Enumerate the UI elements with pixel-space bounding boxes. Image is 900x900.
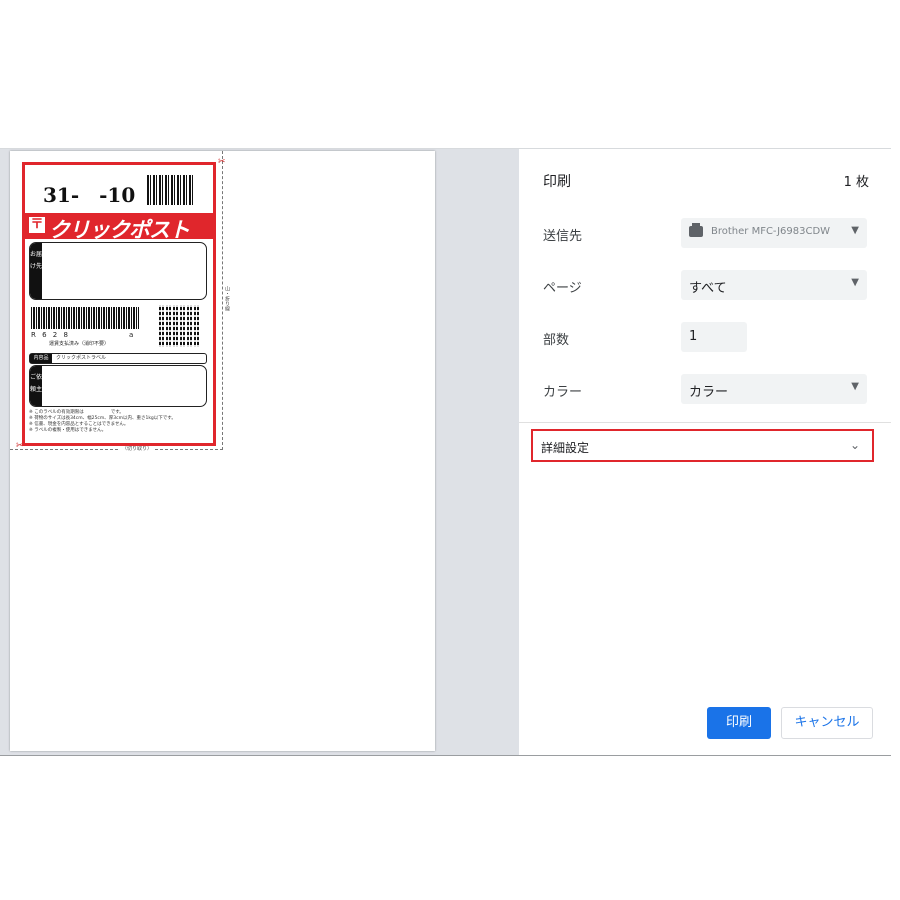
pages-label: ページ [543,281,582,296]
cancel-button[interactable]: キャンセル [781,707,873,739]
ticket-number: 31- -10 [43,183,136,207]
brand-banner: 〒 クリックポスト [25,213,213,242]
dropdown-arrow-icon: ▼ [851,277,859,288]
panel-title: 印刷 [543,174,571,190]
pages-value: すべて [689,281,727,296]
dropdown-arrow-icon: ▼ [851,225,859,236]
contents-row: 内容品 クリックポストラベル [29,353,207,364]
recipient-tab: お届け先 [30,243,42,299]
qr-code-icon [159,305,201,347]
label-notes: ※ このラベルの有効期限は です。 ※ 荷物のサイズは長34cm、幅25cm、厚… [29,410,176,433]
tracking-suffix: a [129,331,134,339]
postage-paid-text: 運賃支払済み（消印不要） [49,341,110,347]
copies-value: 1 [689,329,698,344]
barcode-icon [31,307,139,329]
brand-name: クリックポスト [49,218,190,242]
contents-tab: 内容品 [30,354,52,363]
barcode-icon [147,175,195,205]
copies-label: 部数 [543,333,570,348]
cut-guide-text: （切り取り） [120,445,155,452]
postal-mark-icon: 〒 [29,217,45,233]
color-select[interactable]: カラー ▼ [681,374,867,404]
sender-tab: ご依頼主 [30,366,42,406]
printer-icon [689,223,703,237]
advanced-settings-toggle[interactable]: 詳細設定 ⌄ [531,429,874,462]
dropdown-arrow-icon: ▼ [851,381,859,392]
section-divider [519,422,891,423]
copies-input[interactable]: 1 [681,322,747,352]
chevron-down-icon: ⌄ [849,438,860,452]
color-value: カラー [689,385,729,400]
print-dialog: ✂ ✂ 山・折り線 （切り取り） 31- -10 〒 クリックポスト お届け先 … [0,148,891,756]
contents-value: クリックポストラベル [56,355,107,361]
pages-select[interactable]: すべて ▼ [681,270,867,300]
printer-name: Brother MFC-J6983CDW [711,226,831,237]
recipient-box: お届け先 [29,242,207,300]
tracking-code: R 6 2 8 [31,331,70,339]
cut-guide-text: 山・折り線 [224,286,230,311]
print-button[interactable]: 印刷 [707,707,771,739]
clickpost-label: 31- -10 〒 クリックポスト お届け先 R 6 2 8 a 運賃支払済み（… [22,162,216,446]
advanced-settings-label: 詳細設定 [541,441,590,455]
destination-label: 送信先 [543,229,583,244]
preview-page: ✂ ✂ 山・折り線 （切り取り） 31- -10 〒 クリックポスト お届け先 … [10,151,435,751]
color-label: カラー [543,385,583,400]
sender-box: ご依頼主 [29,365,207,407]
print-settings-panel: 印刷 1 枚 送信先 Brother MFC-J6983CDW ▼ ページ すべ… [519,149,891,755]
scissors-icon: ✂ [218,157,226,167]
sheet-count: 1 枚 [843,175,869,190]
print-preview-area: ✂ ✂ 山・折り線 （切り取り） 31- -10 〒 クリックポスト お届け先 … [0,149,519,755]
destination-select[interactable]: Brother MFC-J6983CDW ▼ [681,218,867,248]
